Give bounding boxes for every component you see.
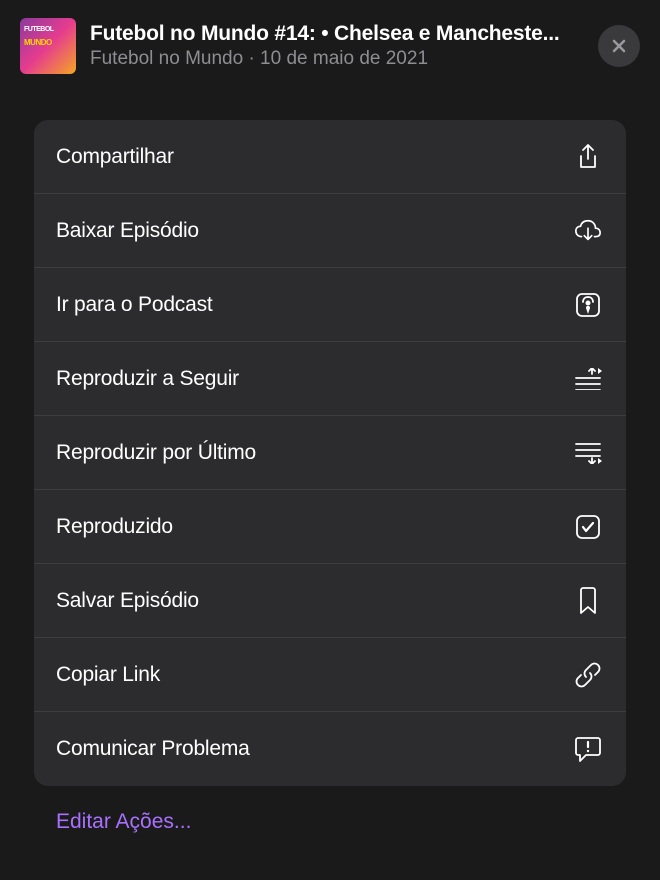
menu-item-copy-link[interactable]: Copiar Link	[34, 638, 626, 712]
close-icon	[609, 36, 629, 56]
report-icon	[574, 735, 602, 763]
play-last-icon	[574, 439, 602, 467]
menu-label: Compartilhar	[56, 145, 174, 169]
download-cloud-icon	[574, 217, 602, 245]
menu-item-play-last[interactable]: Reproduzir por Último	[34, 416, 626, 490]
context-menu: Compartilhar Baixar Episódio Ir para o P…	[34, 120, 626, 786]
menu-label: Ir para o Podcast	[56, 293, 213, 317]
menu-label: Reproduzido	[56, 515, 173, 539]
episode-title: Futebol no Mundo #14: • Chelsea e Manche…	[90, 22, 584, 46]
play-next-icon	[574, 365, 602, 393]
close-button[interactable]	[598, 25, 640, 67]
menu-label: Reproduzir a Seguir	[56, 367, 239, 391]
link-icon	[574, 661, 602, 689]
menu-item-goto-podcast[interactable]: Ir para o Podcast	[34, 268, 626, 342]
menu-label: Baixar Episódio	[56, 219, 199, 243]
episode-subtitle: Futebol no Mundo · 10 de maio de 2021	[90, 48, 584, 70]
menu-item-share[interactable]: Compartilhar	[34, 120, 626, 194]
header-text: Futebol no Mundo #14: • Chelsea e Manche…	[90, 22, 584, 70]
menu-label: Reproduzir por Último	[56, 441, 256, 465]
menu-label: Salvar Episódio	[56, 589, 199, 613]
header: Futebol no Mundo #14: • Chelsea e Manche…	[0, 0, 660, 92]
menu-label: Comunicar Problema	[56, 737, 250, 761]
menu-label: Copiar Link	[56, 663, 160, 687]
menu-item-played[interactable]: Reproduzido	[34, 490, 626, 564]
menu-item-save[interactable]: Salvar Episódio	[34, 564, 626, 638]
bookmark-icon	[574, 587, 602, 615]
share-icon	[574, 143, 602, 171]
podcast-icon	[574, 291, 602, 319]
menu-item-play-next[interactable]: Reproduzir a Seguir	[34, 342, 626, 416]
menu-item-download[interactable]: Baixar Episódio	[34, 194, 626, 268]
menu-item-report[interactable]: Comunicar Problema	[34, 712, 626, 786]
edit-actions-link[interactable]: Editar Ações...	[56, 810, 626, 834]
checkbox-checked-icon	[574, 513, 602, 541]
episode-artwork	[20, 18, 76, 74]
